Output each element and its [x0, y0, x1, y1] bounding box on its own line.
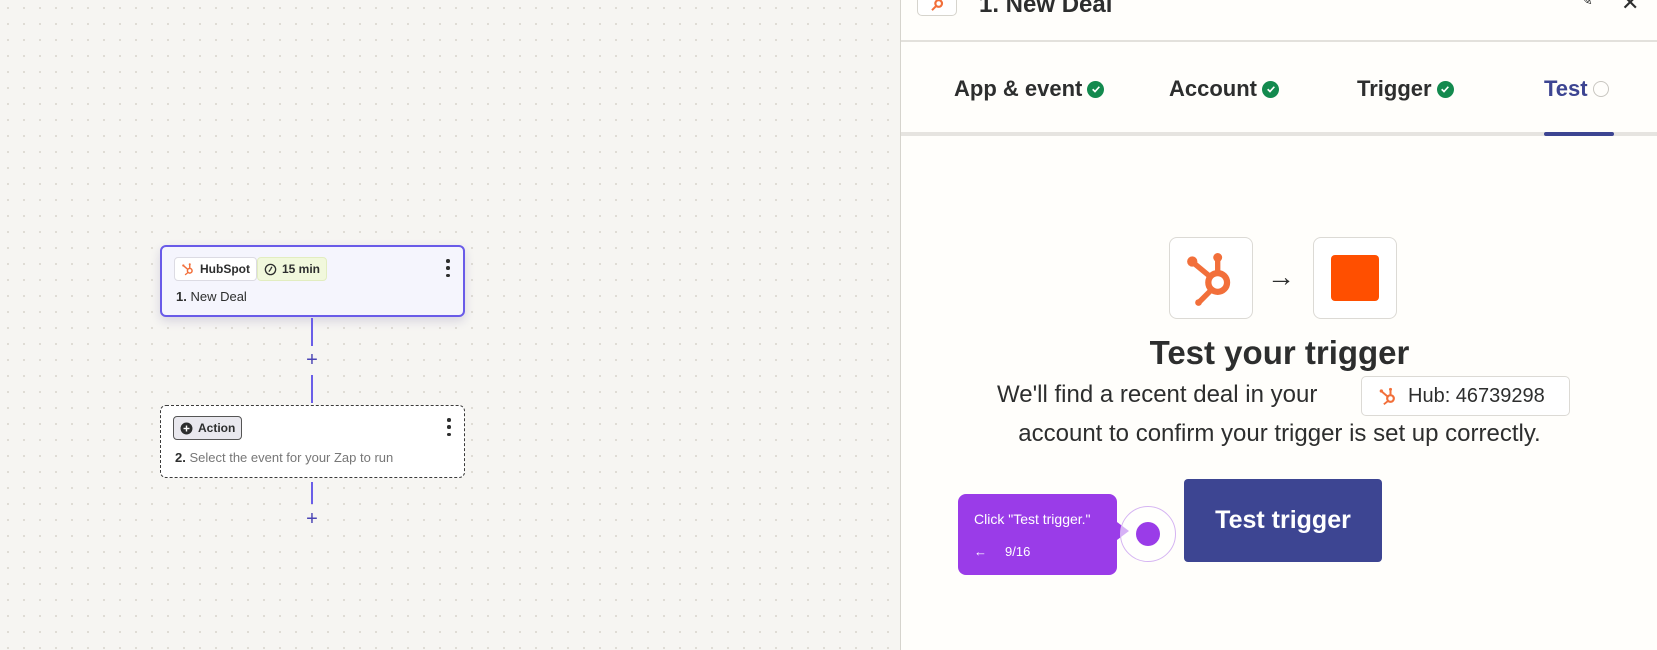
arrow-right-icon: →	[1267, 261, 1295, 292]
panel-title: 1. New Deal	[979, 0, 1113, 18]
guide-tooltip: Click "Test trigger." ← 9/16	[958, 494, 1129, 575]
check-circle-icon	[1436, 80, 1454, 98]
connector-line	[311, 318, 313, 346]
action-node-title: 2. Select the event for your Zap to run	[175, 450, 393, 465]
zapier-logo-tile	[1313, 237, 1397, 319]
add-step-icon[interactable]: +	[302, 509, 322, 529]
panel-header: 1. New Deal ✎ ✕	[901, 0, 1657, 42]
trigger-step-number: 1.	[176, 289, 187, 304]
hub-account-pill: Hub: 46739298	[1361, 376, 1570, 416]
edit-title-icon[interactable]: ✎	[1581, 0, 1593, 9]
test-heading: Test your trigger	[1149, 334, 1410, 371]
tab-label: Account	[1169, 76, 1257, 101]
tab-app-event[interactable]: App & event	[954, 76, 1105, 102]
step-tabs: App & event Account Trigger Test	[901, 42, 1657, 136]
active-tab-indicator	[1544, 132, 1614, 136]
hub-account-label: Hub: 46739298	[1408, 384, 1545, 407]
tab-label: Trigger	[1357, 76, 1432, 101]
check-circle-icon	[1262, 80, 1279, 98]
guide-beacon[interactable]	[1120, 506, 1176, 562]
zapier-square-icon	[1331, 255, 1379, 301]
schedule-chip-label: 15 min	[282, 262, 321, 276]
action-badge: Action	[173, 416, 243, 440]
tab-test[interactable]: Test	[1544, 76, 1609, 102]
check-circle-icon	[1087, 80, 1105, 98]
pending-circle-icon	[1592, 81, 1609, 97]
tooltip-progress: 9/16	[1005, 544, 1031, 559]
tooltip-nav: ← 9/16	[974, 544, 1030, 559]
description-line-2: account to confirm your trigger is set u…	[1018, 420, 1541, 447]
action-badge-label: Action	[198, 421, 236, 435]
trigger-node-title: 1. New Deal	[176, 289, 247, 304]
action-step-number: 2.	[175, 450, 186, 465]
app-chip-label: HubSpot	[200, 262, 250, 276]
hubspot-icon	[182, 263, 193, 276]
header-app-icon	[917, 0, 957, 16]
trigger-node-menu-icon[interactable]	[445, 259, 451, 277]
beacon-dot-icon	[1136, 522, 1160, 546]
action-step-node[interactable]: Action 2. Select the event for your Zap …	[160, 405, 465, 478]
tab-label: App & event	[954, 76, 1083, 101]
plus-circle-icon	[180, 422, 193, 434]
close-icon[interactable]: ✕	[1621, 0, 1639, 16]
test-trigger-button[interactable]: Test trigger	[1184, 479, 1382, 562]
trigger-step-node[interactable]: HubSpot 15 min 1. New Deal	[160, 245, 465, 317]
hubspot-icon	[931, 0, 944, 11]
tooltip-text: Click "Test trigger."	[974, 511, 1091, 527]
hubspot-logo-tile	[1169, 237, 1253, 319]
connector-line	[311, 375, 313, 403]
connector-line	[311, 482, 313, 504]
add-step-icon[interactable]: +	[302, 350, 322, 370]
hubspot-icon	[1379, 387, 1395, 406]
tab-account[interactable]: Account	[1169, 76, 1279, 102]
back-arrow-icon[interactable]: ←	[974, 544, 987, 559]
app-chip-hubspot: HubSpot	[174, 257, 257, 281]
trigger-step-title: New Deal	[190, 289, 247, 304]
zap-canvas[interactable]: HubSpot 15 min 1. New Deal + Action 2. S…	[0, 0, 900, 650]
action-node-menu-icon[interactable]	[446, 418, 452, 436]
tab-trigger[interactable]: Trigger	[1357, 76, 1454, 102]
action-step-title: Select the event for your Zap to run	[189, 450, 394, 465]
clock-icon	[264, 263, 277, 275]
schedule-chip: 15 min	[257, 257, 328, 281]
tab-label: Test	[1544, 76, 1588, 101]
description-line-1: We'll find a recent deal in your	[997, 381, 1318, 408]
hubspot-icon	[1187, 253, 1231, 306]
